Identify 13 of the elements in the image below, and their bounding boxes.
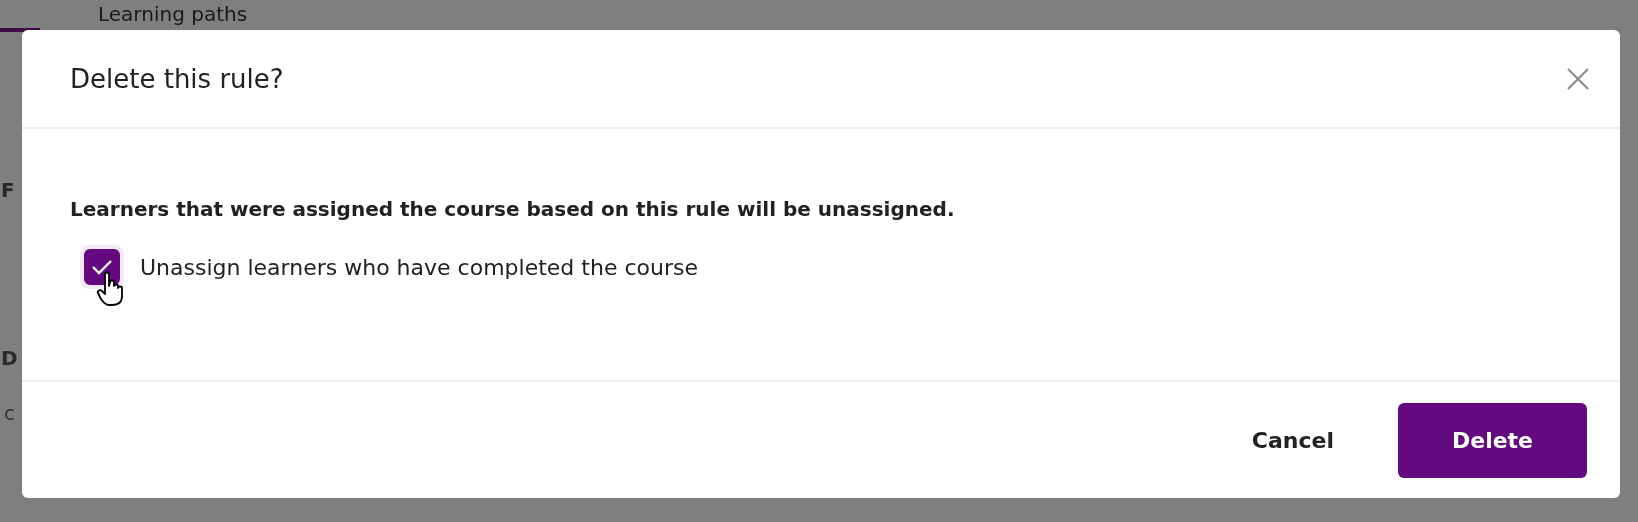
warning-message: Learners that were assigned the course based on this rule will be unassigned. [70, 197, 956, 221]
background-text: F [1, 177, 15, 204]
background-text: D [1, 345, 18, 372]
checkbox-label: Unassign learners who have completed the course [140, 254, 698, 280]
dialog-title: Delete this rule? [70, 63, 284, 94]
background-text: c [4, 400, 15, 427]
tab-label: Learning paths [98, 2, 248, 26]
hand-cursor-icon [96, 271, 126, 307]
close-icon[interactable] [1566, 66, 1590, 91]
checkbox[interactable] [84, 249, 120, 285]
cancel-button[interactable]: Cancel [1239, 417, 1346, 463]
check-icon [91, 258, 113, 276]
delete-button[interactable]: Delete [1398, 402, 1587, 478]
